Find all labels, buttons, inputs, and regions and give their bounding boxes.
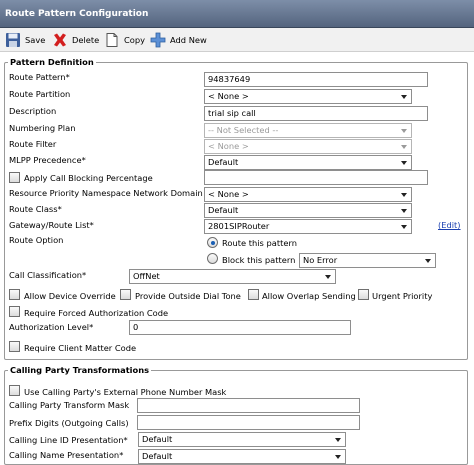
delete-icon [54, 33, 66, 47]
use-external-mask-label: Use Calling Party's External Phone Numbe… [24, 387, 227, 397]
toolbar: Save Delete Copy Add New [0, 28, 474, 52]
authorization-level-input[interactable]: 0 [129, 320, 351, 335]
add-icon [150, 32, 166, 48]
require-fac-checkbox[interactable] [9, 306, 20, 317]
apply-blocking-label: Apply Call Blocking Percentage [24, 173, 153, 183]
route-option-label: Route Option [9, 235, 64, 245]
chevron-down-icon [399, 221, 409, 232]
use-external-mask-checkbox[interactable] [9, 385, 20, 396]
urgent-priority-checkbox[interactable] [358, 289, 369, 300]
chevron-down-icon [399, 91, 409, 102]
apply-blocking-checkbox[interactable] [9, 172, 20, 183]
route-this-pattern-radio[interactable] [207, 237, 218, 248]
allow-overlap-sending-label: Allow Overlap Sending [262, 291, 356, 301]
add-new-label: Add New [170, 35, 207, 45]
route-pattern-input[interactable]: 94837649 [204, 72, 428, 87]
numbering-plan-label: Numbering Plan [9, 123, 76, 133]
line-id-presentation-select[interactable]: Default [138, 432, 346, 447]
window-title: Route Pattern Configuration [0, 0, 474, 28]
prefix-digits-input[interactable] [137, 415, 360, 430]
section-legend: Calling Party Transformations [10, 365, 150, 375]
section-legend: Pattern Definition [10, 57, 94, 67]
chevron-down-icon [399, 141, 409, 152]
chevron-down-icon [333, 451, 343, 462]
save-button[interactable]: Save [5, 31, 45, 49]
numbering-plan-value: -- Not Selected -- [208, 125, 279, 135]
call-classification-label: Call Classification* [9, 270, 87, 280]
provide-outside-dial-tone-checkbox[interactable] [120, 289, 131, 300]
allow-device-override-label: Allow Device Override [24, 291, 116, 301]
route-class-value: Default [208, 205, 239, 215]
gateway-route-list-label: Gateway/Route List* [9, 220, 94, 230]
chevron-down-icon [323, 271, 333, 282]
require-fac-label: Require Forced Authorization Code [24, 308, 169, 318]
description-input[interactable]: trial sip call [204, 106, 428, 121]
route-class-select[interactable]: Default [204, 203, 412, 218]
block-reason-value: No Error [303, 255, 338, 265]
route-partition-value: < None > [208, 91, 249, 101]
allow-device-override-checkbox[interactable] [9, 289, 20, 300]
chevron-down-icon [399, 205, 409, 216]
block-reason-select[interactable]: No Error [299, 253, 436, 268]
delete-button[interactable]: Delete [52, 31, 99, 49]
authorization-level-label: Authorization Level* [9, 322, 94, 332]
copy-button[interactable]: Copy [104, 31, 145, 49]
call-classification-select[interactable]: OffNet [129, 269, 336, 284]
chevron-down-icon [399, 157, 409, 168]
line-id-presentation-label: Calling Line ID Presentation* [9, 435, 128, 445]
route-filter-label: Route Filter [9, 139, 57, 149]
urgent-priority-label: Urgent Priority [372, 291, 433, 301]
chevron-down-icon [399, 125, 409, 136]
copy-icon [106, 33, 118, 47]
save-label: Save [25, 35, 46, 45]
numbering-plan-select: -- Not Selected -- [204, 123, 412, 138]
route-filter-value: < None > [208, 141, 249, 151]
resource-priority-select[interactable]: < None > [204, 187, 412, 202]
copy-label: Copy [124, 35, 146, 45]
resource-priority-label: Resource Priority Namespace Network Doma… [9, 188, 203, 198]
transform-mask-input[interactable] [137, 398, 360, 413]
allow-overlap-sending-checkbox[interactable] [248, 289, 259, 300]
chevron-down-icon [399, 189, 409, 200]
block-this-pattern-label: Block this pattern [222, 255, 296, 265]
transform-mask-label: Calling Party Transform Mask [9, 400, 130, 410]
route-class-label: Route Class* [9, 204, 62, 214]
name-presentation-label: Calling Name Presentation* [9, 450, 124, 460]
mlpp-precedence-select[interactable]: Default [204, 155, 412, 170]
description-label: Description [9, 106, 57, 116]
route-filter-select: < None > [204, 139, 412, 154]
route-partition-label: Route Partition [9, 89, 71, 99]
route-partition-select[interactable]: < None > [204, 89, 412, 104]
name-presentation-select[interactable]: Default [138, 449, 346, 464]
require-cmc-label: Require Client Matter Code [24, 343, 137, 353]
gateway-route-list-select[interactable]: 2801SIPRouter [204, 219, 412, 234]
add-new-button[interactable]: Add New [150, 31, 207, 49]
block-this-pattern-radio[interactable] [207, 253, 218, 264]
gateway-route-list-value: 2801SIPRouter [208, 221, 270, 231]
mlpp-precedence-value: Default [208, 157, 239, 167]
name-presentation-value: Default [142, 451, 173, 461]
edit-link[interactable]: (Edit) [438, 220, 461, 230]
provide-outside-dial-tone-label: Provide Outside Dial Tone [135, 291, 241, 301]
chevron-down-icon [423, 255, 433, 266]
save-icon [6, 33, 20, 47]
prefix-digits-label: Prefix Digits (Outgoing Calls) [9, 418, 129, 428]
chevron-down-icon [333, 434, 343, 445]
delete-label: Delete [72, 35, 100, 45]
require-cmc-checkbox[interactable] [9, 341, 20, 352]
mlpp-precedence-label: MLPP Precedence* [9, 155, 86, 165]
line-id-presentation-value: Default [142, 434, 173, 444]
route-pattern-label: Route Pattern* [9, 72, 70, 82]
resource-priority-value: < None > [208, 189, 249, 199]
call-classification-value: OffNet [133, 271, 160, 281]
route-this-pattern-label: Route this pattern [222, 238, 297, 248]
apply-blocking-input[interactable] [204, 170, 428, 185]
